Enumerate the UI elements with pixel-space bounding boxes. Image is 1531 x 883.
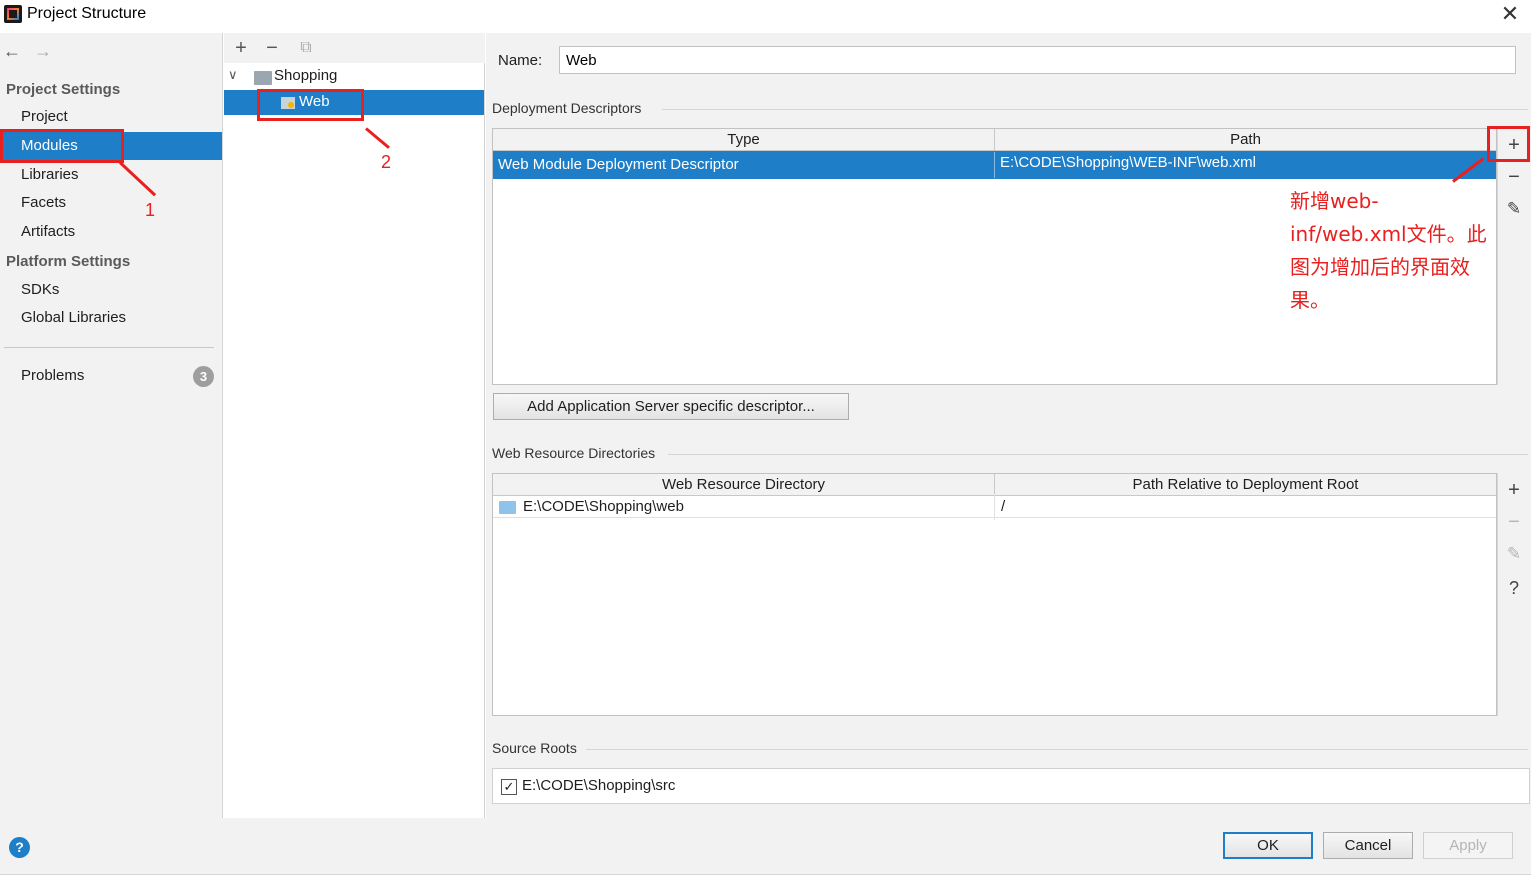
descriptor-path-cell: E:\CODE\Shopping\WEB-INF\web.xml [1000,154,1256,171]
descriptor-type-cell: Web Module Deployment Descriptor [493,152,995,178]
platform-settings-header: Platform Settings [6,253,131,270]
annotation-box-web [257,89,364,121]
source-root-checkbox[interactable]: ✓ [501,779,517,795]
edit-pencil-icon[interactable]: ✎ [1499,539,1529,569]
cancel-button[interactable]: Cancel [1323,832,1413,859]
dialog-button-bar: ? OK Cancel Apply [0,818,1531,874]
edit-pencil-icon[interactable]: ✎ [1499,194,1529,224]
nav-item-libraries[interactable]: Libraries [0,161,222,189]
annotation-marker-1: 1 [145,200,156,220]
name-field[interactable] [559,46,1516,74]
table-row[interactable]: E:\CODE\Shopping\web / [493,494,1496,520]
nav-item-global-libraries[interactable]: Global Libraries [0,304,222,332]
source-roots-list: ✓ E:\CODE\Shopping\src [492,768,1530,804]
column-header-relative-path[interactable]: Path Relative to Deployment Root [995,474,1496,496]
window-title: Project Structure [27,5,147,22]
web-folder-icon [499,501,516,514]
help-question-icon[interactable]: ? [1499,573,1529,603]
nav-divider [4,347,214,348]
descriptor-side-toolbar: + − ✎ [1497,128,1529,385]
help-icon[interactable]: ? [9,837,30,858]
relative-path-cell: / [1001,498,1006,515]
source-root-path: E:\CODE\Shopping\src [522,777,676,794]
annotation-box-add [1487,126,1530,162]
table-row[interactable]: Web Module Deployment Descriptor E:\CODE… [493,151,1496,179]
source-roots-title: Source Roots [492,740,577,756]
copy-icon[interactable]: ⧉ [295,39,317,57]
back-arrow-icon[interactable]: ← [3,41,21,62]
forward-arrow-icon[interactable]: → [34,41,52,62]
name-label: Name: [498,52,543,69]
tree-node-shopping[interactable]: ∨ Shopping [224,65,484,89]
close-icon[interactable]: ✕ [1497,2,1523,26]
annotation-box-modules [0,129,124,163]
group-separator [586,749,1528,750]
tree-node-label: Shopping [274,67,338,84]
annotation-note: 新增web-inf/web.xml文件。此图为增加后的界面效果。 [1290,189,1487,312]
nav-item-problems[interactable]: Problems [0,362,222,390]
web-resource-directories-title: Web Resource Directories [492,445,656,461]
web-resource-table: Web Resource Directory Path Relative to … [492,473,1497,716]
module-folder-icon [254,71,272,85]
ok-button[interactable]: OK [1223,832,1313,859]
nav-item-artifacts[interactable]: Artifacts [0,218,222,246]
add-icon[interactable]: + [1499,475,1529,505]
remove-icon[interactable]: − [261,37,283,60]
resource-directory-cell: E:\CODE\Shopping\web [518,494,995,520]
annotation-marker-2: 2 [381,152,392,172]
facet-settings-panel: Name: Deployment Descriptors Type Path W… [486,33,1531,818]
nav-item-sdks[interactable]: SDKs [0,276,222,304]
column-header-directory[interactable]: Web Resource Directory [493,474,995,496]
intellij-app-icon [4,5,22,23]
nav-item-facets[interactable]: Facets [0,189,222,217]
apply-button[interactable]: Apply [1423,832,1513,859]
remove-icon[interactable]: − [1499,507,1529,537]
problems-count-badge: 3 [193,366,214,387]
chevron-down-icon[interactable]: ∨ [228,67,238,83]
project-settings-header: Project Settings [6,81,121,98]
group-separator [668,454,1528,455]
add-icon[interactable]: + [230,37,252,60]
title-bar: Project Structure ✕ [0,0,1531,30]
column-header-path[interactable]: Path [995,129,1496,151]
add-server-descriptor-button[interactable]: Add Application Server specific descript… [493,393,849,420]
tree-toolbar: + − ⧉ [224,33,485,63]
column-header-type[interactable]: Type [493,129,995,151]
module-tree-panel: + − ⧉ ∨ Shopping Web [224,33,485,818]
resource-side-toolbar: + − ✎ ? [1497,473,1529,716]
deployment-descriptors-title: Deployment Descriptors [492,100,642,116]
background-window-strip [0,874,1531,883]
remove-icon[interactable]: − [1499,162,1529,192]
nav-item-project[interactable]: Project [0,103,222,131]
group-separator [662,109,1528,110]
